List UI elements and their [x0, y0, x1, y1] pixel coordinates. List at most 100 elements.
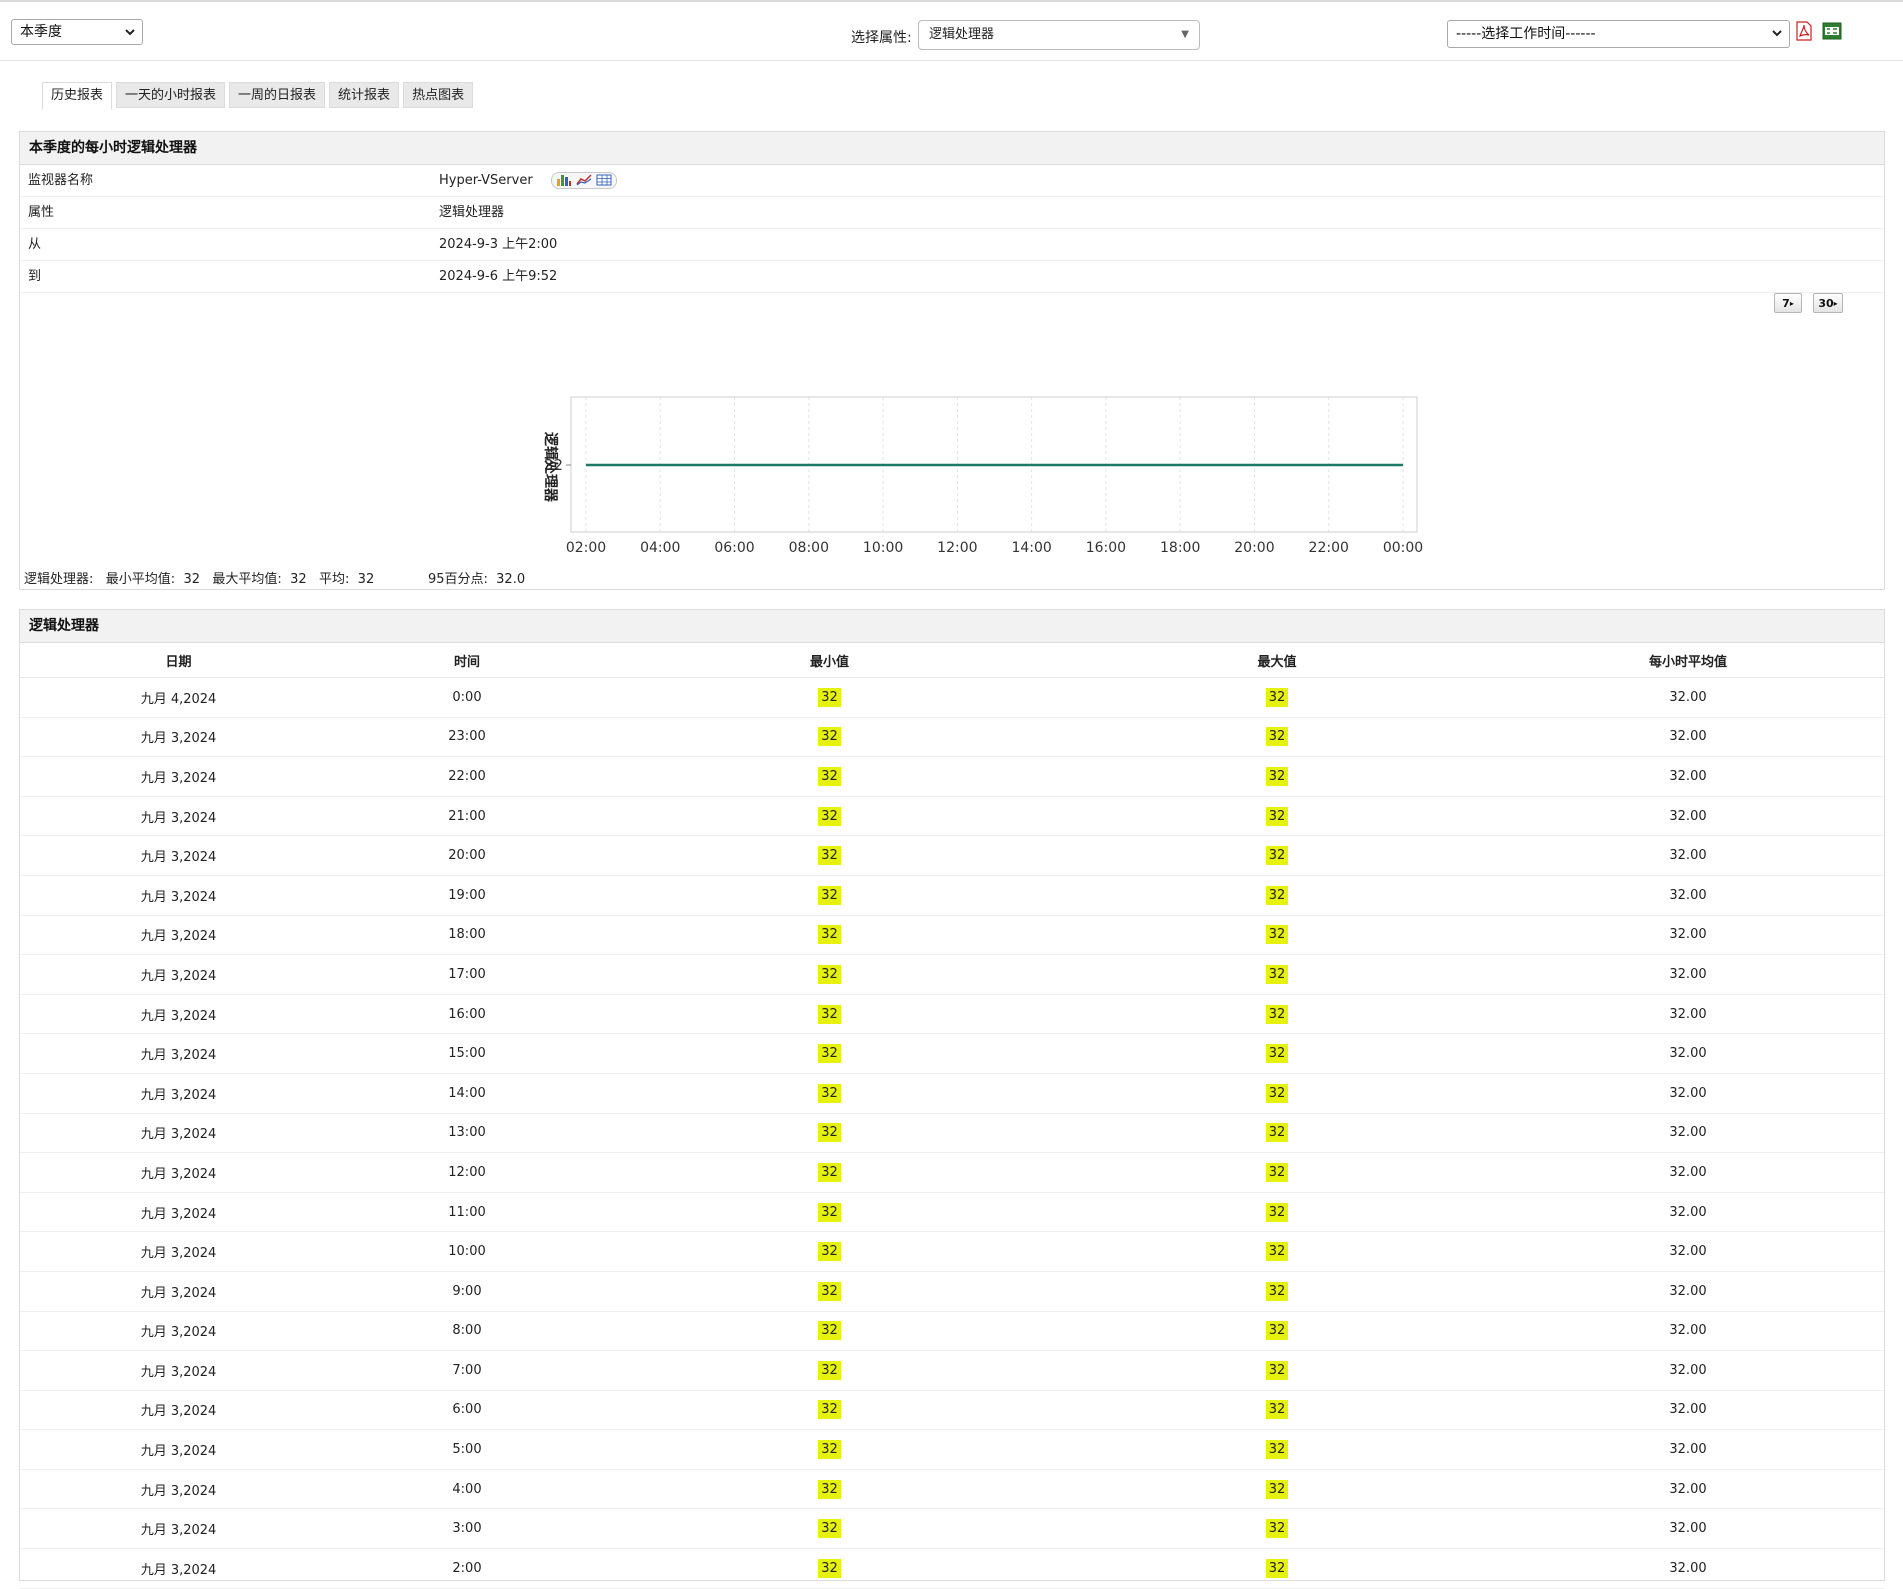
x-tick-label: 06:00 [714, 540, 754, 556]
table-row: 九月 3,2024 14:00 32 32 32.00 [20, 1073, 1884, 1114]
table-body: 九月 4,2024 0:00 32 32 32.00 九月 3,2024 23:00 32 32… [20, 677, 1884, 1589]
cell-max: 32 [1062, 1429, 1492, 1470]
attribute-label: 选择属性: [851, 30, 912, 46]
highlighted-value: 32 [818, 1123, 841, 1143]
cell-time: 7:00 [337, 1350, 597, 1391]
highlighted-value: 32 [1265, 766, 1289, 786]
table-row: 九月 3,2024 19:00 32 32 32.00 [20, 875, 1884, 916]
cell-date: 九月 4,2024 [20, 677, 337, 718]
min-avg-value: 32 [183, 572, 200, 587]
highlighted-value: 32 [818, 1281, 841, 1301]
table-chart-icon[interactable] [596, 173, 612, 186]
x-tick-label: 18:00 [1160, 540, 1200, 556]
highlighted-value: 32 [1265, 964, 1289, 984]
p95-label: 95百分点: [427, 572, 488, 587]
column-header-max[interactable]: 最大值 [1062, 643, 1492, 678]
line-chart-icon[interactable] [576, 173, 592, 186]
cell-hourly-avg: 32.00 [1492, 1033, 1884, 1074]
table-row: 九月 4,2024 0:00 32 32 32.00 [20, 677, 1884, 718]
cell-date: 九月 3,2024 [20, 1231, 337, 1272]
cell-hourly-avg: 32.00 [1492, 1350, 1884, 1391]
report-tabs: 历史报表 一天的小时报表 一周的日报表 统计报表 热点图表 [42, 82, 474, 110]
info-value: Hyper-VServer [439, 165, 618, 196]
table-row: 九月 3,2024 21:00 32 32 32.00 [20, 796, 1884, 837]
cell-time: 2:00 [337, 1548, 597, 1589]
summary-label: 逻辑处理器: [24, 572, 94, 587]
highlighted-value: 32 [1265, 925, 1289, 945]
cell-min: 32 [597, 1033, 1062, 1074]
tab-history-report[interactable]: 历史报表 [42, 82, 113, 110]
avg-label: 平均: [319, 572, 350, 587]
table-row: 九月 3,2024 10:00 32 32 32.00 [20, 1231, 1884, 1272]
cell-time: 8:00 [337, 1311, 597, 1352]
cell-date: 九月 3,2024 [20, 796, 337, 837]
column-header-date[interactable]: 日期 [20, 643, 337, 678]
y-axis-label: 逻辑处理器 [542, 432, 559, 503]
column-header-min[interactable]: 最小值 [597, 643, 1062, 678]
summary-stats: 逻辑处理器: 最小平均值: 32 最大平均值: 32 平均: 32 95百分点:… [24, 568, 525, 587]
x-axis-ticks: 02:00 04:00 06:00 08:00 10:00 12:00 14:00 16:00… [566, 540, 1423, 556]
line-chart: 02:00 04:00 06:00 08:00 10:00 12:00 14:00 16:00… [542, 396, 1423, 556]
cell-min: 32 [597, 1390, 1062, 1431]
highlighted-value: 32 [818, 1162, 841, 1182]
cell-time: 16:00 [337, 994, 597, 1035]
table-row: 九月 3,2024 15:00 32 32 32.00 [20, 1033, 1884, 1074]
cell-min: 32 [597, 954, 1062, 995]
cell-max: 32 [1062, 1311, 1492, 1352]
period-select[interactable]: 本季度 [11, 19, 143, 45]
cell-max: 32 [1062, 1231, 1492, 1272]
cell-hourly-avg: 32.00 [1492, 835, 1884, 876]
column-header-time[interactable]: 时间 [337, 643, 597, 678]
table-row: 九月 3,2024 8:00 32 32 32.00 [20, 1311, 1884, 1352]
highlighted-value: 32 [1265, 1083, 1289, 1103]
highlighted-value: 32 [1265, 1004, 1289, 1024]
attribute-select-value: 逻辑处理器 [929, 27, 995, 42]
tab-daily-report[interactable]: 一周的日报表 [229, 82, 326, 108]
cell-date: 九月 3,2024 [20, 915, 337, 956]
highlighted-value: 32 [1265, 1558, 1289, 1578]
cell-max: 32 [1062, 796, 1492, 837]
x-tick-label: 04:00 [640, 540, 680, 556]
cell-max: 32 [1062, 954, 1492, 995]
highlighted-value: 32 [1265, 1360, 1289, 1380]
highlighted-value: 32 [818, 1083, 841, 1103]
pdf-export-icon[interactable] [1795, 21, 1813, 41]
data-table-panel: 逻辑处理器 日期 时间 最小值 最大值 每小时平均值 九月 4,2024 0:00… [19, 609, 1885, 1589]
highlighted-value: 32 [1265, 1321, 1289, 1341]
table-row: 九月 3,2024 5:00 32 32 32.00 [20, 1429, 1884, 1470]
cell-hourly-avg: 32.00 [1492, 756, 1884, 797]
cell-date: 九月 3,2024 [20, 1113, 337, 1154]
cell-date: 九月 3,2024 [20, 875, 337, 916]
cell-date: 九月 3,2024 [20, 1429, 337, 1470]
max-avg-value: 32 [290, 572, 307, 587]
cell-min: 32 [597, 1548, 1062, 1589]
cell-date: 九月 3,2024 [20, 1548, 337, 1589]
highlighted-value: 32 [818, 1004, 841, 1024]
cell-hourly-avg: 32.00 [1492, 717, 1884, 758]
highlighted-value: 32 [818, 1044, 841, 1064]
worktime-select[interactable]: -----选择工作时间------ [1447, 20, 1790, 48]
cell-min: 32 [597, 796, 1062, 837]
cell-max: 32 [1062, 1469, 1492, 1510]
column-header-hourly-avg[interactable]: 每小时平均值 [1492, 643, 1884, 678]
tab-heatmap[interactable]: 热点图表 [403, 82, 474, 108]
cell-max: 32 [1062, 677, 1492, 718]
attribute-select[interactable]: 逻辑处理器 ▼ [918, 20, 1200, 50]
cell-min: 32 [597, 875, 1062, 916]
avg-value: 32 [357, 572, 375, 587]
tab-statistics-report[interactable]: 统计报表 [329, 82, 400, 108]
tab-hourly-report[interactable]: 一天的小时报表 [116, 82, 226, 108]
cell-time: 21:00 [337, 796, 597, 837]
info-value: 逻辑处理器 [439, 205, 505, 220]
csv-export-icon[interactable] [1822, 21, 1842, 41]
table-row: 九月 3,2024 7:00 32 32 32.00 [20, 1350, 1884, 1391]
cell-max: 32 [1062, 835, 1492, 876]
highlighted-value: 32 [818, 1360, 841, 1380]
cell-date: 九月 3,2024 [20, 1469, 337, 1510]
bar-chart-icon[interactable] [556, 173, 572, 186]
cell-max: 32 [1062, 1350, 1492, 1391]
highlighted-value: 32 [1265, 1400, 1289, 1420]
highlighted-value: 32 [1265, 1440, 1289, 1460]
highlighted-value: 32 [1265, 1123, 1289, 1143]
highlighted-value: 32 [818, 1519, 841, 1539]
